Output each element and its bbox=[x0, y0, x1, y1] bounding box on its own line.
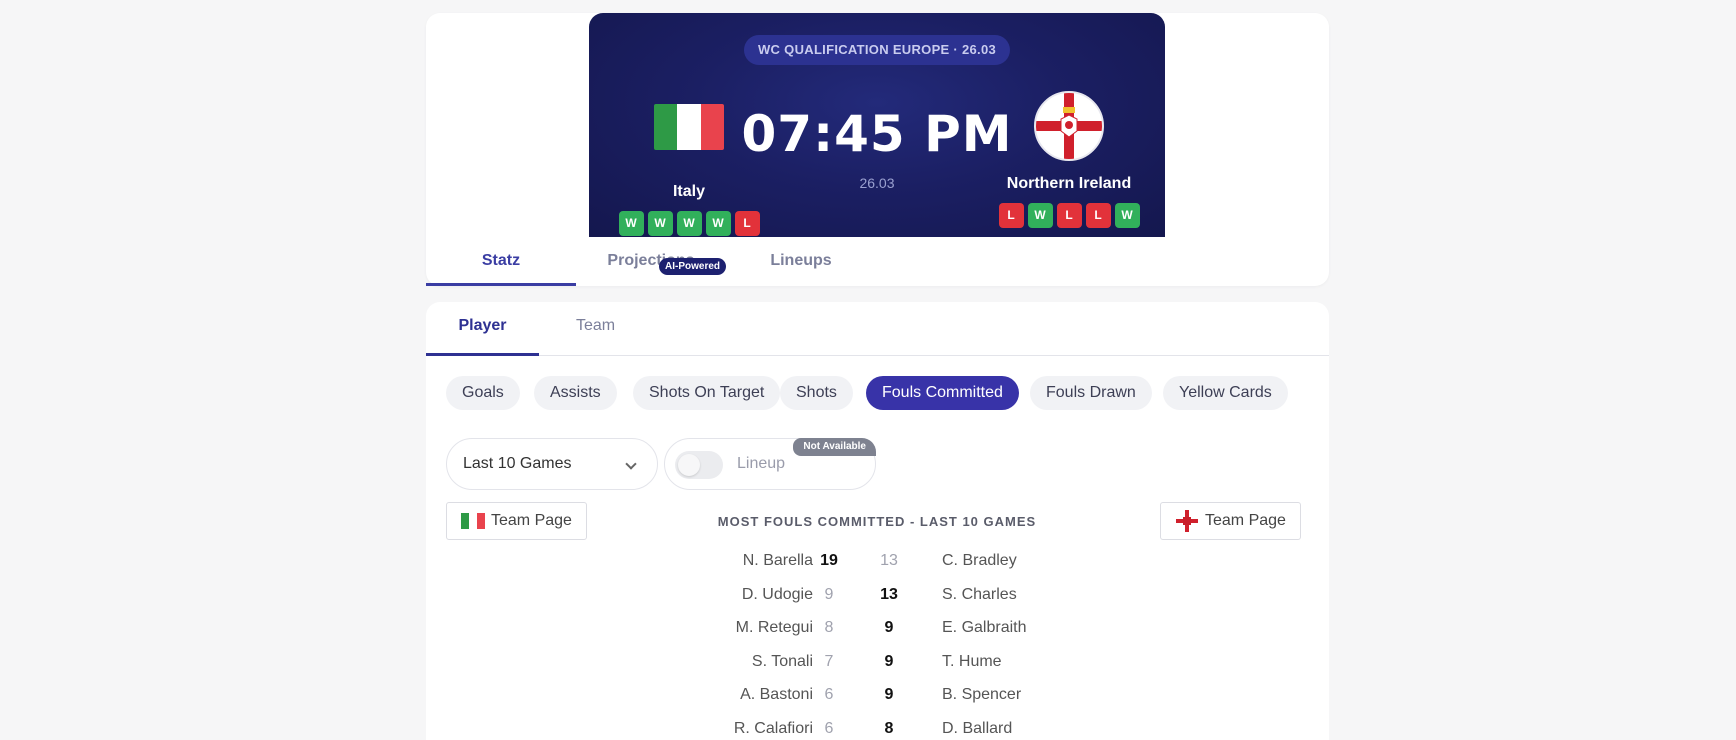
tab-lineups[interactable]: Lineups bbox=[726, 243, 876, 286]
stats-card: Player Team Goals Assists Shots On Targe… bbox=[426, 302, 1329, 740]
table-row: A. Bastoni 6 9 B. Spencer bbox=[426, 686, 1329, 720]
home-player-name[interactable]: D. Udogie bbox=[742, 586, 813, 604]
home-stat-value: 7 bbox=[824, 652, 834, 670]
italy-flag-icon bbox=[461, 513, 485, 529]
competition-badge: WC QUALIFICATION EUROPE · 26.03 bbox=[743, 35, 1011, 65]
away-stat-value: 9 bbox=[884, 686, 894, 704]
home-team-page-label: Team Page bbox=[491, 512, 572, 529]
table-row: D. Udogie 9 13 S. Charles bbox=[426, 586, 1329, 620]
away-player-name[interactable]: S. Charles bbox=[942, 586, 1017, 604]
home-stat-value: 8 bbox=[824, 619, 834, 637]
pill-fouls-committed[interactable]: Fouls Committed bbox=[866, 376, 1019, 410]
away-form-result: W bbox=[1114, 203, 1140, 228]
home-player-name[interactable]: N. Barella bbox=[743, 552, 813, 570]
sub-tabs: Player Team bbox=[426, 302, 1329, 356]
games-range-select[interactable]: Last 10 Games bbox=[446, 438, 658, 490]
home-player-name[interactable]: R. Calafiori bbox=[734, 720, 813, 738]
away-team-name: Northern Ireland bbox=[1006, 175, 1132, 192]
match-header-card: WC QUALIFICATION EUROPE · 26.03 Italy WW… bbox=[426, 13, 1329, 286]
northern-ireland-flag-icon bbox=[1034, 91, 1104, 161]
away-player-name[interactable]: B. Spencer bbox=[942, 686, 1021, 704]
games-range-value: Last 10 Games bbox=[463, 455, 572, 472]
away-stat-value: 13 bbox=[880, 585, 898, 603]
not-available-badge: Not Available bbox=[793, 438, 876, 456]
away-stat-value: 9 bbox=[884, 619, 894, 637]
away-stat-value: 9 bbox=[884, 652, 894, 670]
tab-statz[interactable]: Statz bbox=[426, 243, 576, 286]
away-form-result: L bbox=[1085, 203, 1111, 228]
table-row: M. Retegui 8 9 E. Galbraith bbox=[426, 619, 1329, 653]
stat-category-pills: Goals Assists Shots On Target Shots Foul… bbox=[446, 376, 1310, 412]
match-hero: WC QUALIFICATION EUROPE · 26.03 Italy WW… bbox=[589, 13, 1165, 237]
pill-fouls-drawn[interactable]: Fouls Drawn bbox=[1030, 376, 1152, 410]
away-form-result: W bbox=[1027, 203, 1053, 228]
home-form-result: W bbox=[705, 211, 731, 236]
away-form-result: L bbox=[1056, 203, 1082, 228]
away-team-page-label: Team Page bbox=[1205, 512, 1286, 529]
home-player-name[interactable]: A. Bastoni bbox=[740, 686, 813, 704]
away-player-name[interactable]: C. Bradley bbox=[942, 552, 1017, 570]
home-stat-value: 6 bbox=[824, 686, 834, 704]
home-stat-value: 6 bbox=[824, 720, 834, 737]
away-player-name[interactable]: D. Ballard bbox=[942, 720, 1012, 738]
northern-ireland-flag-icon bbox=[1175, 509, 1199, 533]
home-stat-value: 9 bbox=[824, 585, 834, 603]
pill-shots-on-target[interactable]: Shots On Target bbox=[633, 376, 781, 410]
tab-team[interactable]: Team bbox=[539, 302, 652, 356]
home-form-result: W bbox=[647, 211, 673, 236]
pill-yellow-cards[interactable]: Yellow Cards bbox=[1163, 376, 1288, 410]
lineup-toggle[interactable] bbox=[675, 451, 723, 479]
away-player-name[interactable]: T. Hume bbox=[942, 653, 1002, 671]
lineup-label: Lineup bbox=[737, 455, 786, 472]
main-tabs: Statz Projections AI-Powered Lineups bbox=[426, 243, 1329, 286]
stats-title: MOST FOULS COMMITTED - LAST 10 GAMES bbox=[717, 514, 1037, 529]
pill-goals[interactable]: Goals bbox=[446, 376, 520, 410]
away-stat-value: 8 bbox=[884, 720, 894, 737]
home-form-result: W bbox=[618, 211, 644, 236]
away-team-page-button[interactable]: Team Page bbox=[1160, 502, 1301, 540]
away-player-name[interactable]: E. Galbraith bbox=[942, 619, 1026, 637]
tab-player[interactable]: Player bbox=[426, 302, 539, 356]
ai-powered-badge: AI-Powered bbox=[659, 258, 727, 275]
home-form-result: W bbox=[676, 211, 702, 236]
home-player-name[interactable]: M. Retegui bbox=[736, 619, 813, 637]
pill-shots[interactable]: Shots bbox=[780, 376, 853, 410]
away-team[interactable]: Northern Ireland LWLLW bbox=[994, 91, 1144, 228]
away-form: LWLLW bbox=[994, 203, 1144, 228]
away-form-result: L bbox=[998, 203, 1024, 228]
table-row: R. Calafiori 6 8 D. Ballard bbox=[426, 720, 1329, 740]
home-team-page-button[interactable]: Team Page bbox=[446, 502, 587, 540]
table-row: S. Tonali 7 9 T. Hume bbox=[426, 653, 1329, 687]
lineup-filter: Lineup Not Available bbox=[664, 438, 876, 490]
pill-assists[interactable]: Assists bbox=[534, 376, 617, 410]
home-stat-value: 19 bbox=[820, 552, 838, 569]
home-form-result: L bbox=[734, 211, 760, 236]
home-player-name[interactable]: S. Tonali bbox=[752, 653, 813, 671]
table-row: N. Barella 19 13 C. Bradley bbox=[426, 552, 1329, 586]
chevron-down-icon bbox=[625, 458, 637, 470]
away-stat-value: 13 bbox=[880, 552, 898, 569]
toggle-knob bbox=[678, 454, 700, 476]
home-form: WWWWL bbox=[614, 211, 764, 236]
